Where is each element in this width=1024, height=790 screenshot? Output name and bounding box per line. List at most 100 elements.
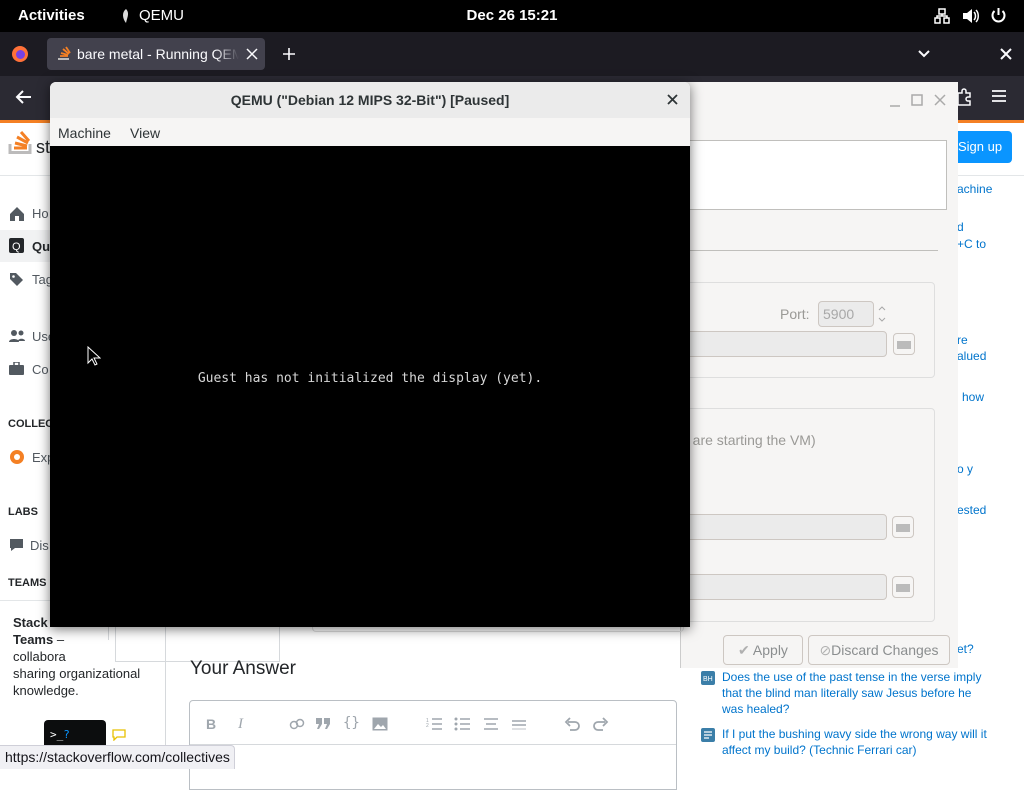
- port-value: 5900: [823, 306, 855, 322]
- hot-question-link[interactable]: If I put the bushing wavy side the wrong…: [722, 726, 992, 758]
- link-status-overlay: https://stackoverflow.com/collectives: [0, 745, 235, 769]
- separator: [681, 250, 938, 251]
- description-textarea[interactable]: [679, 140, 947, 210]
- new-tab-icon[interactable]: [282, 47, 296, 61]
- editor-toolbar-divider: [190, 744, 676, 745]
- address-field[interactable]: [679, 331, 887, 357]
- vm-details-window: Port: 5900 u are starting the VM) ✔ Appl…: [679, 82, 958, 668]
- heading-icon[interactable]: [483, 717, 499, 731]
- list-tabs-chevron-icon[interactable]: [917, 47, 931, 61]
- cancel-icon: ⊘: [819, 642, 832, 658]
- users-icon: [9, 330, 25, 342]
- stackoverflow-logo-icon[interactable]: [8, 130, 34, 160]
- svg-text:Q: Q: [12, 241, 21, 253]
- bold-icon[interactable]: B: [206, 716, 216, 732]
- qemu-window: QEMU ("Debian 12 MIPS 32-Bit") [Paused] …: [50, 82, 690, 627]
- kernel-path-field[interactable]: [679, 514, 887, 540]
- apply-button[interactable]: ✔ Apply: [723, 635, 803, 665]
- menu-machine[interactable]: Machine: [58, 125, 111, 141]
- nav-questions[interactable]: Qu: [32, 239, 50, 254]
- qemu-menubar: Machine View: [50, 118, 690, 146]
- close-browser-icon[interactable]: [999, 47, 1013, 61]
- sidebar-text[interactable]: how: [962, 389, 984, 405]
- svg-text:2: 2: [426, 723, 429, 729]
- graphics-frame: [679, 282, 935, 378]
- labs-heading: LABS: [8, 506, 38, 518]
- stackexchange-site-icon: [701, 728, 715, 742]
- folder-icon: [896, 524, 910, 532]
- spin-arrows-icon[interactable]: [877, 301, 887, 327]
- stackexchange-site-icon: BH: [701, 671, 715, 685]
- discard-changes-button[interactable]: ⊘Discard Changes: [808, 635, 950, 665]
- svg-text:BH: BH: [703, 676, 713, 683]
- your-answer-heading: Your Answer: [190, 658, 296, 679]
- undo-icon[interactable]: [564, 716, 581, 731]
- maximize-icon[interactable]: [911, 94, 923, 106]
- browse-button[interactable]: [893, 333, 915, 355]
- so-wordmark: st: [36, 137, 51, 157]
- horizontal-rule-icon[interactable]: [511, 717, 527, 731]
- discussions-icon: [10, 539, 23, 551]
- sidebar-text[interactable]: o y: [957, 461, 973, 477]
- folder-icon: [896, 584, 910, 592]
- code-icon[interactable]: {}: [343, 715, 360, 731]
- port-spinbutton[interactable]: 5900: [818, 301, 886, 327]
- collectives-heading: COLLEC: [8, 418, 54, 430]
- questions-icon: Q: [9, 238, 24, 253]
- hamburger-menu-icon[interactable]: [991, 89, 1007, 103]
- menu-view[interactable]: View: [130, 125, 160, 141]
- gnome-top-bar: Activities QEMU Dec 26 15:21: [0, 0, 1024, 32]
- home-icon: [10, 207, 24, 221]
- stackoverflow-favicon: [58, 46, 71, 60]
- teams-title: Stack: [13, 615, 48, 630]
- nav-discussions[interactable]: Dis: [30, 538, 49, 553]
- answer-editor[interactable]: B I {} 12: [189, 700, 677, 790]
- browser-tab-active[interactable]: bare metal - Running QEMU: [47, 38, 265, 70]
- bullet-list-icon[interactable]: [454, 717, 470, 731]
- close-tab-icon[interactable]: [246, 48, 258, 60]
- sidebar-text[interactable]: alued: [957, 348, 986, 364]
- companies-icon: [9, 362, 24, 375]
- qemu-titlebar[interactable]: QEMU ("Debian 12 MIPS 32-Bit") [Paused]: [50, 82, 690, 119]
- folder-icon: [897, 341, 911, 349]
- minimize-icon[interactable]: [889, 98, 901, 108]
- close-window-icon[interactable]: [934, 94, 946, 106]
- teams-desc-3: knowledge.: [13, 683, 79, 698]
- vm-display[interactable]: Guest has not initialized the display (y…: [50, 146, 690, 627]
- italic-icon[interactable]: I: [238, 716, 243, 733]
- initrd-path-field[interactable]: [679, 574, 887, 600]
- chat-bubble-icon: [112, 729, 126, 741]
- teams-heading: TEAMS: [8, 577, 47, 589]
- browse-kernel-button[interactable]: [892, 516, 914, 538]
- teams-title-2: Teams –: [13, 632, 65, 647]
- nav-home[interactable]: Ho: [32, 206, 49, 221]
- sidebar-text[interactable]: +C to: [957, 236, 986, 252]
- close-window-icon[interactable]: [667, 94, 678, 105]
- firefox-icon[interactable]: [11, 45, 29, 63]
- ordered-list-icon[interactable]: 12: [426, 717, 442, 731]
- display-status-message: Guest has not initialized the display (y…: [197, 371, 543, 386]
- blockquote-icon[interactable]: [315, 717, 331, 730]
- network-icon[interactable]: [934, 8, 950, 24]
- teams-desc-2: sharing organizational: [13, 666, 141, 681]
- sidebar-text[interactable]: d: [957, 219, 964, 235]
- sidebar-text[interactable]: ested: [957, 502, 986, 518]
- frame-edge: [312, 627, 684, 632]
- redo-icon[interactable]: [592, 716, 609, 731]
- browse-initrd-button[interactable]: [892, 576, 914, 598]
- power-icon[interactable]: [990, 7, 1007, 24]
- sidebar-text[interactable]: re: [957, 332, 968, 348]
- sidebar-text[interactable]: achine: [957, 181, 992, 197]
- sidebar-text[interactable]: et?: [957, 641, 974, 657]
- mouse-cursor-icon: [87, 346, 101, 366]
- link-icon[interactable]: [289, 717, 305, 731]
- collectives-icon: [10, 450, 24, 464]
- back-arrow-icon[interactable]: [15, 89, 33, 105]
- clock[interactable]: Dec 26 15:21: [0, 7, 1024, 24]
- hot-question-link[interactable]: Does the use of the past tense in the ve…: [722, 669, 992, 717]
- tab-title: bare metal - Running QEMU: [77, 46, 239, 62]
- nav-companies[interactable]: Co: [32, 362, 49, 377]
- image-icon[interactable]: [372, 717, 388, 731]
- discard-label: Discard Changes: [831, 642, 939, 658]
- volume-icon[interactable]: [962, 8, 980, 24]
